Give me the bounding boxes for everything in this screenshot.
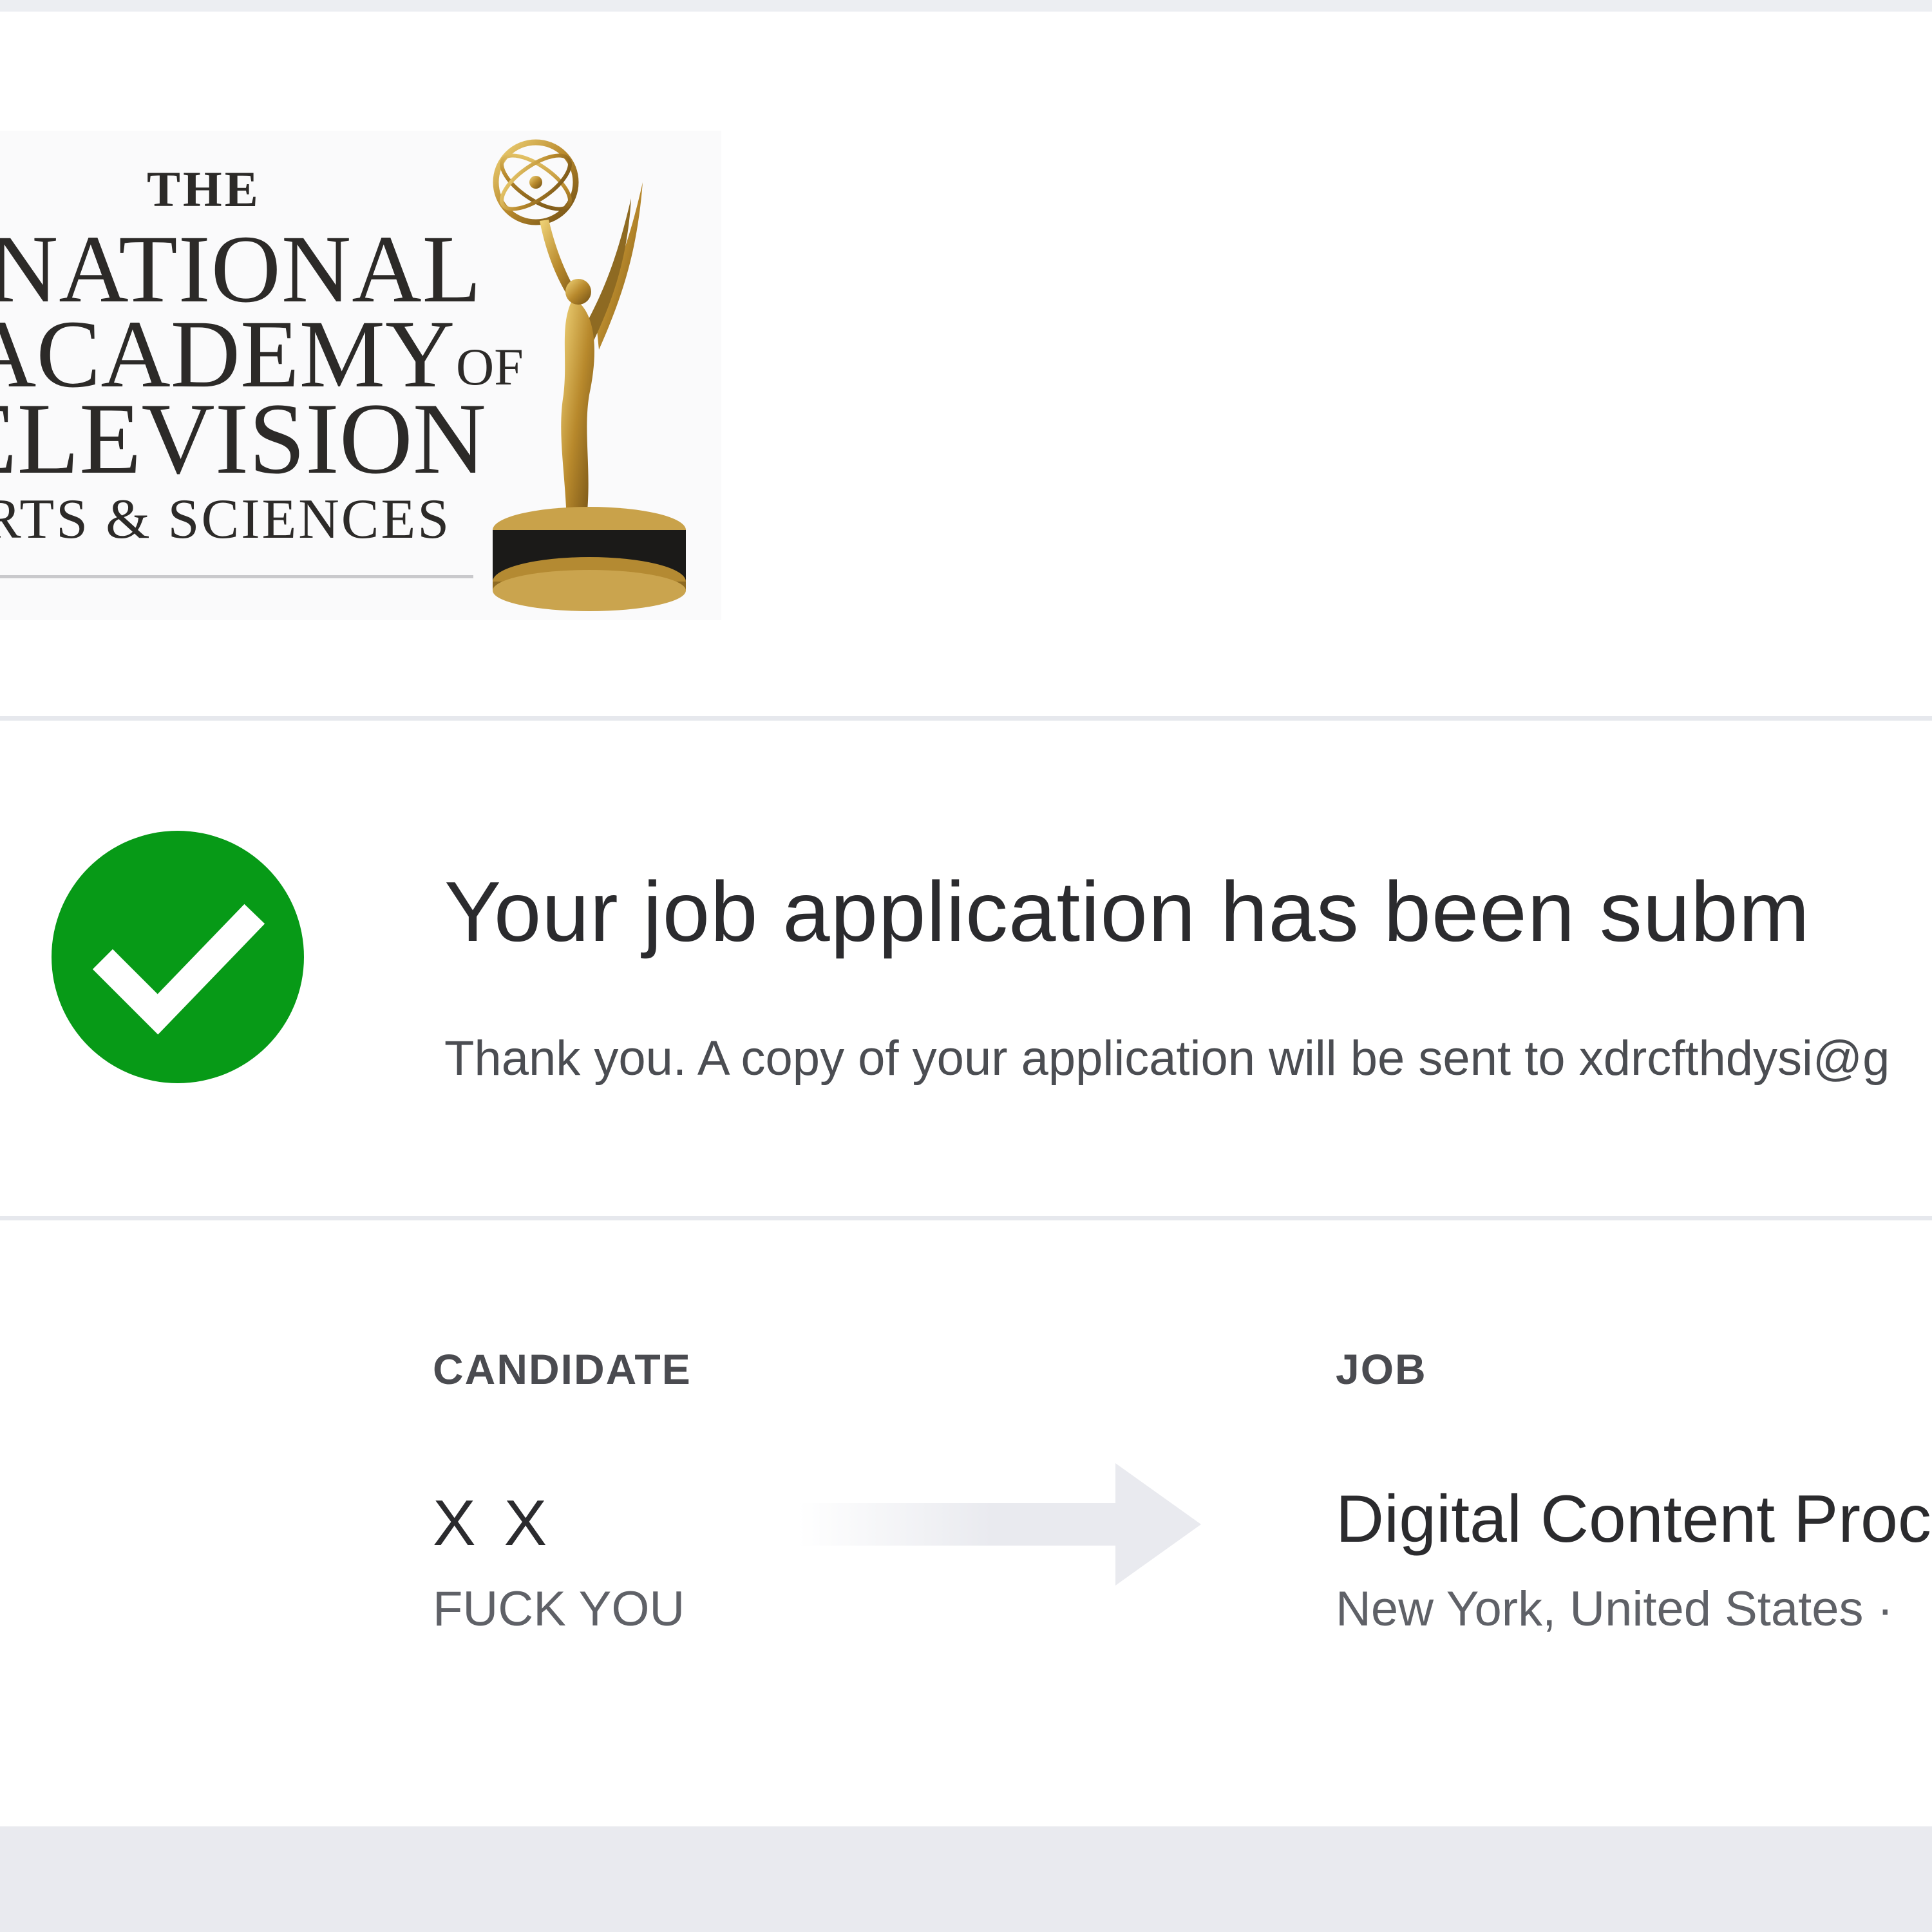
emmy-statuette-icon (493, 139, 686, 611)
top-strip (0, 0, 1932, 12)
logo-rule (0, 575, 473, 578)
candidate-label: CANDIDATE (433, 1345, 692, 1393)
job-label: JOB (1336, 1345, 1427, 1393)
logo-text-arts: RTS & SCIENCES (0, 488, 451, 551)
academy-logo: THE NATIONAL ACADEMY OF ELEVISION RTS & … (0, 131, 721, 620)
job-location: New York, United States · (1336, 1582, 1893, 1636)
confirmation-message: Thank you. A copy of your application wi… (444, 1031, 1890, 1086)
details-divider (0, 1216, 1932, 1220)
page-footer-band (0, 1826, 1932, 1932)
job-title[interactable]: Digital Content Proc (1336, 1481, 1931, 1558)
candidate-subtitle: FUCK YOU (433, 1582, 685, 1636)
header: THE NATIONAL ACADEMY OF ELEVISION RTS & … (0, 12, 1932, 716)
logo-text-the: THE (147, 161, 261, 217)
checkmark-icon (92, 904, 265, 1035)
confirmation-title: Your job application has been subm (444, 864, 1810, 959)
logo-text-television: ELEVISION (0, 383, 486, 495)
candidate-name: X X (433, 1487, 553, 1559)
arrow-right-icon (799, 1463, 1201, 1586)
check-circle-icon (52, 831, 304, 1083)
header-divider (0, 716, 1932, 721)
